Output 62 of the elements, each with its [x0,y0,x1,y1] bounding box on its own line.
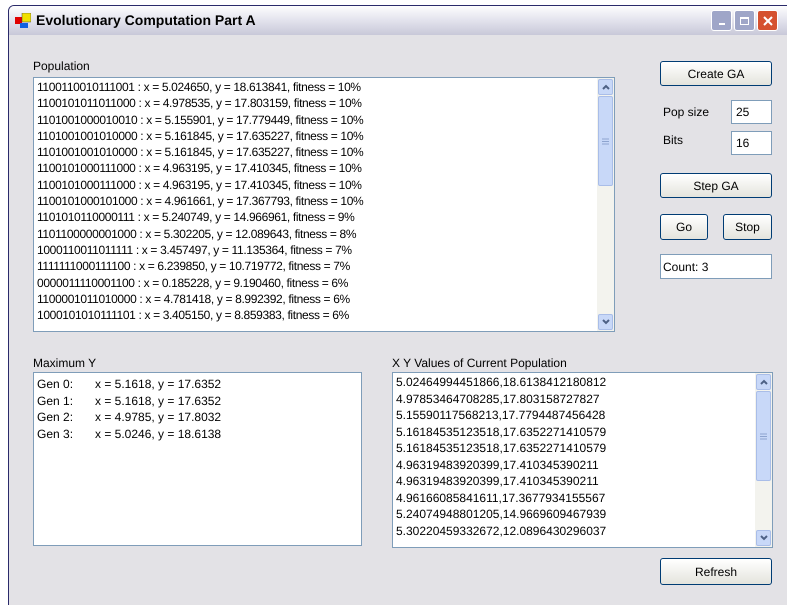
close-icon [762,16,772,26]
generation-label: Gen 1: [37,392,74,409]
scroll-thumb[interactable] [756,391,771,481]
scroll-up-icon[interactable] [756,374,771,390]
button[interactable]: Step GA [660,173,772,198]
scroll-down-icon[interactable] [598,314,613,330]
list-item[interactable]: 1100101000101000 : x = 4.961661, y = 17.367793, fitness = 10% [37,193,597,210]
list-item[interactable]: 1101001000010010 : x = 5.155901, y = 17.779449, fitness = 10% [37,112,597,128]
scroll-up-icon[interactable] [598,79,613,95]
max-values: x = 5.1618, y = 17.6352 [95,392,222,409]
max-values: x = 5.1618, y = 17.6352 [95,376,222,392]
pop-size-field[interactable]: 25 [731,100,772,124]
button[interactable]: Go [660,214,708,240]
max-values: x = 5.0246, y = 18.6138 [95,426,222,442]
list-item[interactable]: 1100001011010000 : x = 4.781418, y = 8.992392, fitness = 6% [37,290,597,308]
list-item[interactable]: 5.30220459332672,12.0896430296037 [396,522,755,539]
list-item[interactable]: 1100101000111000 : x = 4.963195, y = 17.410345, fitness = 10% [37,160,597,177]
close-button[interactable] [757,10,778,31]
maximize-button[interactable] [734,10,755,31]
max-values: x = 4.9785, y = 17.8032 [95,409,222,426]
list-item[interactable]: 0000011110001100 : x = 0.185228, y = 9.190460, fitness = 6% [37,274,597,291]
list-item[interactable]: 1101001001010000 : x = 5.161845, y = 17.635227, fitness = 10% [37,144,597,160]
list-item[interactable]: 4.96319483920399,17.410345390211 [396,456,755,473]
list-item[interactable]: 1101100000001000 : x = 5.302205, y = 12.089643, fitness = 8% [37,226,597,242]
scroll-thumb[interactable] [598,96,613,186]
generation-label: Gen 3: [37,426,74,442]
list-item[interactable]: 1100101000111000 : x = 4.963195, y = 17.410345, fitness = 10% [37,176,597,194]
list-item[interactable]: 5.16184535123518,17.6352271410579 [396,440,755,456]
button[interactable]: Create GA [660,61,772,86]
list-item[interactable]: 5.24074948801205,14.9669609467939 [396,506,755,522]
list-item[interactable]: 1000101010111101 : x = 3.405150, y = 8.859383, fitness = 6% [37,307,597,324]
button[interactable]: Refresh [660,558,772,585]
list-item[interactable]: 1100101011011000 : x = 4.978535, y = 17.803159, fitness = 10% [37,95,597,112]
maximum-y-label: Maximum Y [33,356,98,372]
list-item[interactable]: 5.02464994451866,18.6138412180812 [396,374,755,390]
count-field[interactable]: Count: 3 [660,254,772,279]
minimize-button[interactable] [711,10,732,31]
generation-label: Gen 0: [37,376,74,392]
scrollbar[interactable] [597,78,614,331]
app-icon [15,12,31,28]
scroll-down-icon[interactable] [756,530,771,546]
bits-field[interactable]: 16 [731,131,772,155]
list-item[interactable]: 1101001001010000 : x = 5.161845, y = 17.635227, fitness = 10% [37,128,597,144]
list-item[interactable]: 4.96319483920399,17.410345390211 [396,473,755,490]
xy-values-label: X Y Values of Current Population [392,356,568,372]
list-item[interactable]: 4.97853464708285,17.803158727827 [396,390,755,407]
generation-label: Gen 2: [37,409,74,426]
list-item[interactable]: 5.16184535123518,17.6352271410579 [396,424,755,440]
list-item[interactable]: 1111111000111100 : x = 6.239850, y = 10.719772, fitness = 7% [37,258,597,275]
list-item[interactable]: 5.15590117568213,17.7794487456428 [396,407,755,424]
pop-size-label: Pop size [663,104,710,121]
xy-values-list[interactable] [392,372,773,548]
population-list[interactable] [33,77,615,332]
scrollbar[interactable] [755,373,772,547]
window-title: Evolutionary Computation Part A [36,11,256,30]
button[interactable]: Stop [723,214,772,240]
list-item[interactable]: 1000110011011111 : x = 3.457497, y = 11.135364, fitness = 7% [37,242,597,258]
bits-label: Bits [663,132,684,149]
list-item[interactable]: 1100110010111001 : x = 5.024650, y = 18.613841, fitness = 10% [37,79,597,96]
list-item[interactable]: 4.96166085841611,17.3677934155567 [396,490,755,506]
population-label: Population [33,59,91,75]
list-item[interactable]: 1101010110000111 : x = 5.240749, y = 14.966961, fitness = 9% [37,209,597,226]
